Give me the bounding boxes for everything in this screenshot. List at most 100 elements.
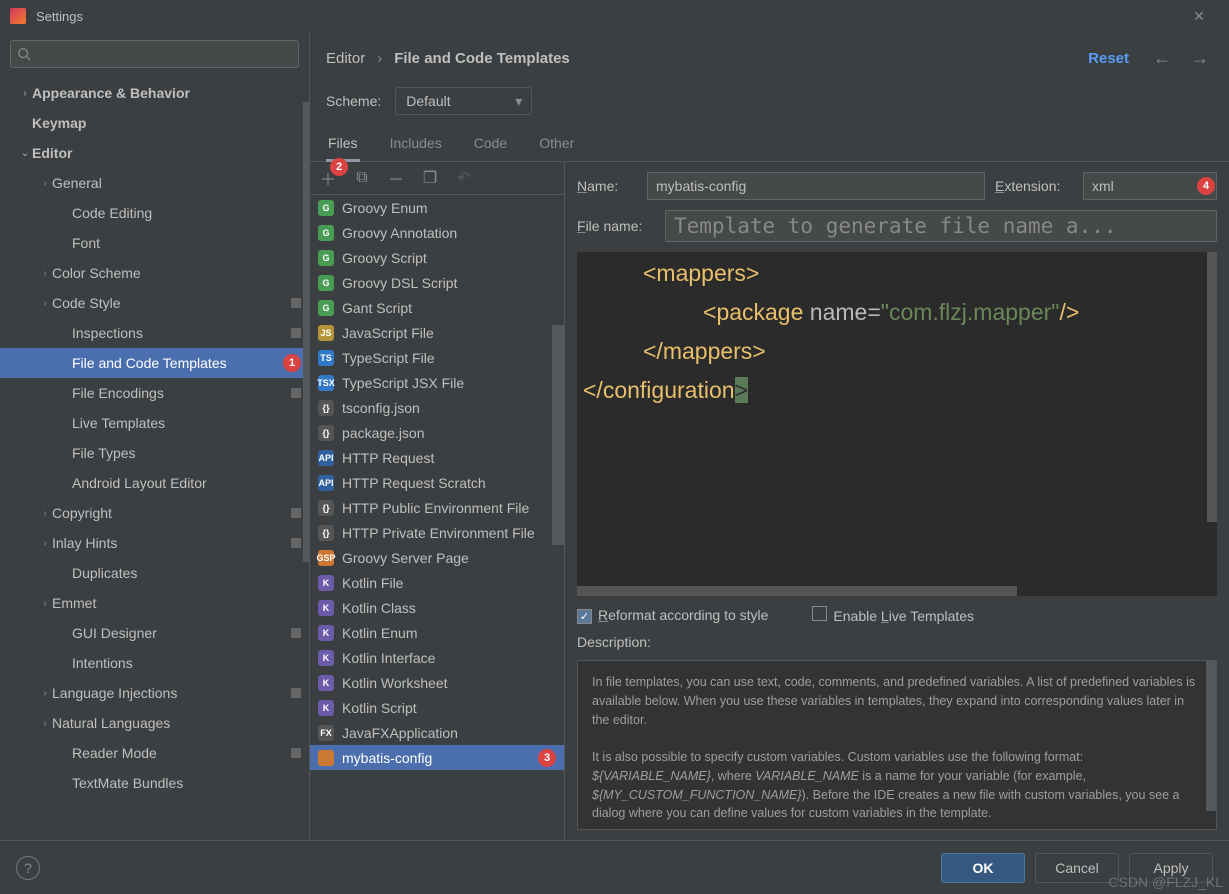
template-item[interactable]: APIHTTP Request Scratch <box>310 470 564 495</box>
file-type-icon: G <box>318 275 334 291</box>
tree-item-code-style[interactable]: ›Code Style <box>0 288 309 318</box>
scheme-select[interactable]: Default <box>395 87 532 115</box>
tree-item-file-types[interactable]: File Types <box>0 438 309 468</box>
code-token: package <box>716 299 809 325</box>
tree-item-textmate-bundles[interactable]: TextMate Bundles <box>0 768 309 798</box>
description-paragraph: It is also possible to specify custom va… <box>592 748 1202 823</box>
close-icon[interactable]: ✕ <box>1179 8 1219 25</box>
file-type-icon: TSX <box>318 375 334 391</box>
template-item[interactable]: KKotlin Class <box>310 595 564 620</box>
template-item[interactable]: KKotlin File <box>310 570 564 595</box>
template-item[interactable]: TSTypeScript File <box>310 345 564 370</box>
file-type-icon: {} <box>318 425 334 441</box>
description-scrollbar[interactable] <box>1206 661 1216 811</box>
back-arrow-icon[interactable]: ← <box>1149 48 1175 69</box>
template-scrollbar[interactable] <box>552 195 564 840</box>
template-item[interactable]: FXJavaFXApplication <box>310 720 564 745</box>
file-type-icon: TS <box>318 350 334 366</box>
template-item[interactable]: KKotlin Enum <box>310 620 564 645</box>
tree-item-file-encodings[interactable]: File Encodings <box>0 378 309 408</box>
template-item[interactable]: KKotlin Worksheet <box>310 670 564 695</box>
tab-includes[interactable]: Includes <box>388 129 444 161</box>
file-type-icon: FX <box>318 725 334 741</box>
tree-item-emmet[interactable]: ›Emmet <box>0 588 309 618</box>
titlebar: Settings ✕ <box>0 0 1229 32</box>
file-type-icon: {} <box>318 500 334 516</box>
tree-item-code-editing[interactable]: Code Editing <box>0 198 309 228</box>
tree-item-duplicates[interactable]: Duplicates <box>0 558 309 588</box>
watermark: CSDN @FLZJ_KL <box>1108 874 1223 890</box>
filename-label: File name: <box>577 218 655 234</box>
forward-arrow-icon[interactable]: → <box>1187 48 1213 69</box>
template-item[interactable]: GSPGroovy Server Page <box>310 545 564 570</box>
cancel-button[interactable]: Cancel <box>1035 853 1119 883</box>
tree-scrollbar[interactable] <box>303 102 309 840</box>
template-item[interactable]: GGroovy Enum <box>310 195 564 220</box>
template-item[interactable]: {}HTTP Private Environment File <box>310 520 564 545</box>
editor-scrollbar-v[interactable] <box>1207 252 1217 522</box>
file-type-icon: API <box>318 450 334 466</box>
tree-item-language-injections[interactable]: ›Language Injections <box>0 678 309 708</box>
file-type-icon: G <box>318 250 334 266</box>
breadcrumb-current: File and Code Templates <box>394 50 570 67</box>
live-templates-checkbox[interactable]: Enable Live Templates <box>812 606 974 624</box>
code-token: <mappers> <box>643 260 759 286</box>
template-item[interactable]: {}tsconfig.json <box>310 395 564 420</box>
filename-input[interactable] <box>665 210 1217 242</box>
template-list[interactable]: GGroovy EnumGGroovy AnnotationGGroovy Sc… <box>310 194 564 840</box>
undo-icon[interactable]: ↶ <box>456 170 472 186</box>
template-item[interactable]: APIHTTP Request <box>310 445 564 470</box>
template-editor[interactable]: <mappers> <package name="com.flzj.mapper… <box>577 252 1217 596</box>
tab-code[interactable]: Code <box>472 129 509 161</box>
name-input[interactable] <box>647 172 985 200</box>
tree-item-keymap[interactable]: Keymap <box>0 108 309 138</box>
file-type-icon: G <box>318 300 334 316</box>
template-item[interactable]: JSJavaScript File <box>310 320 564 345</box>
template-item[interactable]: {}package.json <box>310 420 564 445</box>
tree-item-file-and-code-templates[interactable]: File and Code Templates1 <box>0 348 309 378</box>
duplicate-icon[interactable]: ❐ <box>422 170 438 186</box>
add-icon[interactable]: ＋2 <box>320 170 336 186</box>
template-item[interactable]: KKotlin Interface <box>310 645 564 670</box>
template-item[interactable]: GGroovy Script <box>310 245 564 270</box>
tree-item-android-layout-editor[interactable]: Android Layout Editor <box>0 468 309 498</box>
tree-item-inlay-hints[interactable]: ›Inlay Hints <box>0 528 309 558</box>
tree-item-gui-designer[interactable]: GUI Designer <box>0 618 309 648</box>
search-icon <box>17 47 31 61</box>
tree-item-copyright[interactable]: ›Copyright <box>0 498 309 528</box>
tree-item-color-scheme[interactable]: ›Color Scheme <box>0 258 309 288</box>
tree-item-intentions[interactable]: Intentions <box>0 648 309 678</box>
reset-link[interactable]: Reset <box>1088 50 1129 67</box>
template-item[interactable]: GGroovy Annotation <box>310 220 564 245</box>
tree-item-general[interactable]: ›General <box>0 168 309 198</box>
remove-icon[interactable]: － <box>388 170 404 186</box>
settings-tree[interactable]: ›Appearance & BehaviorKeymap⌄Editor›Gene… <box>0 78 309 840</box>
editor-scrollbar-h[interactable] <box>577 586 1017 596</box>
reformat-checkbox[interactable]: ✓Reformat according to style <box>577 607 768 624</box>
settings-search-input[interactable] <box>10 40 299 68</box>
description-box: In file templates, you can use text, cod… <box>577 660 1217 830</box>
tree-item-natural-languages[interactable]: ›Natural Languages <box>0 708 309 738</box>
file-type-icon: K <box>318 700 334 716</box>
template-item[interactable]: mybatis-config3 <box>310 745 564 770</box>
ok-button[interactable]: OK <box>941 853 1025 883</box>
breadcrumb-parent: Editor <box>326 50 365 67</box>
copy-icon[interactable]: ⧉ <box>354 170 370 186</box>
help-icon[interactable]: ? <box>16 856 40 880</box>
tree-item-inspections[interactable]: Inspections <box>0 318 309 348</box>
template-item[interactable]: GGant Script <box>310 295 564 320</box>
settings-tree-panel: ›Appearance & BehaviorKeymap⌄Editor›Gene… <box>0 32 310 840</box>
tree-item-reader-mode[interactable]: Reader Mode <box>0 738 309 768</box>
tab-files[interactable]: Files <box>326 129 360 161</box>
tree-item-editor[interactable]: ⌄Editor <box>0 138 309 168</box>
tab-other[interactable]: Other <box>537 129 576 161</box>
tree-item-appearance-behavior[interactable]: ›Appearance & Behavior <box>0 78 309 108</box>
tree-item-font[interactable]: Font <box>0 228 309 258</box>
file-type-icon: G <box>318 200 334 216</box>
file-type-icon: K <box>318 650 334 666</box>
template-item[interactable]: GGroovy DSL Script <box>310 270 564 295</box>
template-item[interactable]: KKotlin Script <box>310 695 564 720</box>
template-item[interactable]: TSXTypeScript JSX File <box>310 370 564 395</box>
tree-item-live-templates[interactable]: Live Templates <box>0 408 309 438</box>
template-item[interactable]: {}HTTP Public Environment File <box>310 495 564 520</box>
